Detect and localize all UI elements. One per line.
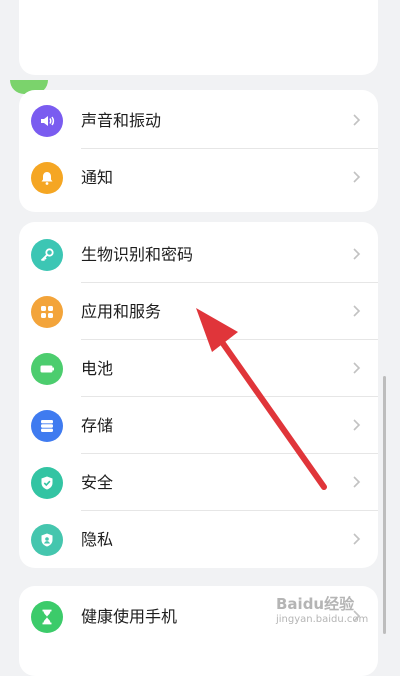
settings-group-system: 生物识别和密码 应用和服务 电池 存储 安全 隐私 <box>19 222 378 568</box>
settings-item-label: 存储 <box>81 416 114 435</box>
bell-icon <box>31 162 63 194</box>
speaker-icon <box>31 105 63 137</box>
chevron-right-icon <box>353 533 361 545</box>
settings-item-privacy[interactable]: 隐私 <box>19 511 378 568</box>
settings-item-label: 隐私 <box>81 530 114 549</box>
chevron-right-icon <box>353 114 361 126</box>
watermark-url: jingyan.baidu.com <box>276 614 369 625</box>
settings-item-notifications[interactable]: 通知 <box>19 149 378 206</box>
settings-item-battery[interactable]: 电池 <box>19 340 378 397</box>
settings-item-label: 通知 <box>81 168 114 187</box>
shield-check-icon <box>31 467 63 499</box>
chevron-right-icon <box>353 362 361 374</box>
settings-card-previous <box>19 0 378 75</box>
settings-item-label: 电池 <box>81 359 114 378</box>
settings-item-label: 应用和服务 <box>81 302 162 321</box>
key-icon <box>31 239 63 271</box>
hourglass-icon <box>31 601 63 633</box>
settings-item-label: 健康使用手机 <box>81 607 178 626</box>
settings-group-sound-notify: 声音和振动 通知 <box>19 90 378 212</box>
watermark-brand: Baidu经验 <box>276 595 355 613</box>
storage-icon <box>31 410 63 442</box>
chevron-right-icon <box>353 476 361 488</box>
privacy-shield-icon <box>31 524 63 556</box>
settings-item-apps-services[interactable]: 应用和服务 <box>19 283 378 340</box>
chevron-right-icon <box>353 419 361 431</box>
chevron-right-icon <box>353 171 361 183</box>
settings-item-biometrics[interactable]: 生物识别和密码 <box>19 226 378 283</box>
battery-icon <box>31 353 63 385</box>
settings-item-sound[interactable]: 声音和振动 <box>19 92 378 149</box>
settings-item-storage[interactable]: 存储 <box>19 397 378 454</box>
chevron-right-icon <box>353 305 361 317</box>
settings-item-security[interactable]: 安全 <box>19 454 378 511</box>
settings-item-label: 安全 <box>81 473 114 492</box>
settings-item-label: 声音和振动 <box>81 111 162 130</box>
watermark: Baidu经验 jingyan.baidu.com <box>276 596 396 628</box>
chevron-right-icon <box>353 248 361 260</box>
apps-grid-icon <box>31 296 63 328</box>
settings-item-label: 生物识别和密码 <box>81 245 194 264</box>
